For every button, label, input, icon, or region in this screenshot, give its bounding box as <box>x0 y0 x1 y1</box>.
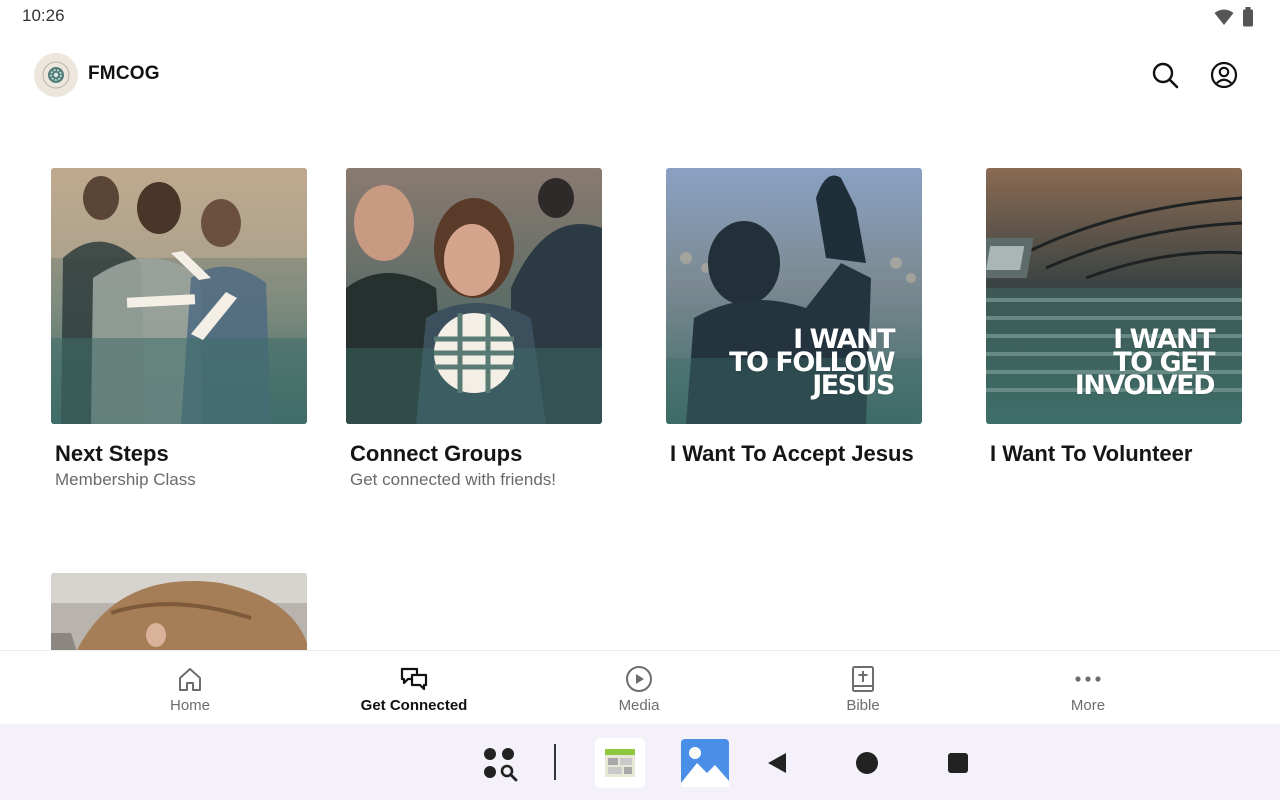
battery-icon <box>1242 7 1254 32</box>
card-next-steps[interactable]: Next Steps Membership Class <box>51 168 307 491</box>
bible-icon <box>783 665 943 693</box>
home-icon <box>110 665 270 693</box>
card-subtitle: Membership Class <box>55 470 196 489</box>
card-title: I Want To Volunteer <box>990 441 1193 466</box>
card-title: I Want To Accept Jesus <box>670 441 914 466</box>
nav-label: Get Connected <box>360 697 468 714</box>
nav-label: Media <box>618 697 660 714</box>
apps-search-icon[interactable] <box>480 744 520 784</box>
nav-label: Home <box>169 697 210 714</box>
back-icon[interactable] <box>764 750 790 776</box>
nav-label: More <box>1070 697 1106 714</box>
church-logo-icon[interactable] <box>34 53 78 97</box>
card-accept-jesus[interactable]: I WANT TO FOLLOW JESUS I Want To Accept … <box>666 168 922 469</box>
woman-hair-photo <box>51 573 307 650</box>
calendar-app-icon[interactable] <box>595 738 645 788</box>
gallery-app-icon[interactable] <box>680 738 730 788</box>
card-subtitle: Get connected with friends! <box>350 470 557 489</box>
raised-hand-photo: I WANT TO FOLLOW JESUS <box>666 168 922 424</box>
status-bar: 10:26 <box>0 0 1280 32</box>
bottom-nav: Home Get Connected Media Bible More <box>0 650 1280 724</box>
card-overlay-text: I WANT TO FOLLOW JESUS <box>729 324 895 401</box>
play-circle-icon <box>559 665 719 693</box>
nav-more[interactable]: More <box>1008 665 1168 714</box>
status-time: 10:26 <box>22 6 65 25</box>
account-icon[interactable] <box>1209 60 1239 90</box>
card-volunteer[interactable]: I WANT TO GET INVOLVED I Want To Volunte… <box>986 168 1242 469</box>
card-title: Connect Groups <box>350 441 523 466</box>
people-talking-photo <box>51 168 307 424</box>
nav-bible[interactable]: Bible <box>783 665 943 714</box>
status-icons <box>1214 7 1254 32</box>
taskbar-divider <box>553 744 557 780</box>
overview-square-icon[interactable] <box>945 750 971 776</box>
card-partial[interactable] <box>51 573 307 650</box>
nav-get-connected[interactable]: Get Connected <box>334 665 494 714</box>
card-overlay-text: I WANT TO GET INVOLVED <box>1074 324 1216 401</box>
system-nav-bar <box>0 724 1280 800</box>
more-dots-icon <box>1008 665 1168 693</box>
nav-label: Bible <box>846 697 880 714</box>
app-title: FMCOG <box>88 63 160 84</box>
sound-board-photo: I WANT TO GET INVOLVED <box>986 168 1242 424</box>
nav-home[interactable]: Home <box>110 665 270 714</box>
home-circle-icon[interactable] <box>854 750 880 776</box>
card-title: Next Steps <box>55 441 169 466</box>
search-icon[interactable] <box>1150 60 1180 90</box>
couple-smiling-photo <box>346 168 602 424</box>
nav-media[interactable]: Media <box>559 665 719 714</box>
card-connect-groups[interactable]: Connect Groups Get connected with friend… <box>346 168 602 491</box>
wifi-icon <box>1214 8 1234 31</box>
content-grid: Next Steps Membership Class Connect Grou… <box>0 110 1280 650</box>
chat-bubbles-icon <box>334 665 494 693</box>
app-bar: FMCOG <box>0 44 1280 106</box>
